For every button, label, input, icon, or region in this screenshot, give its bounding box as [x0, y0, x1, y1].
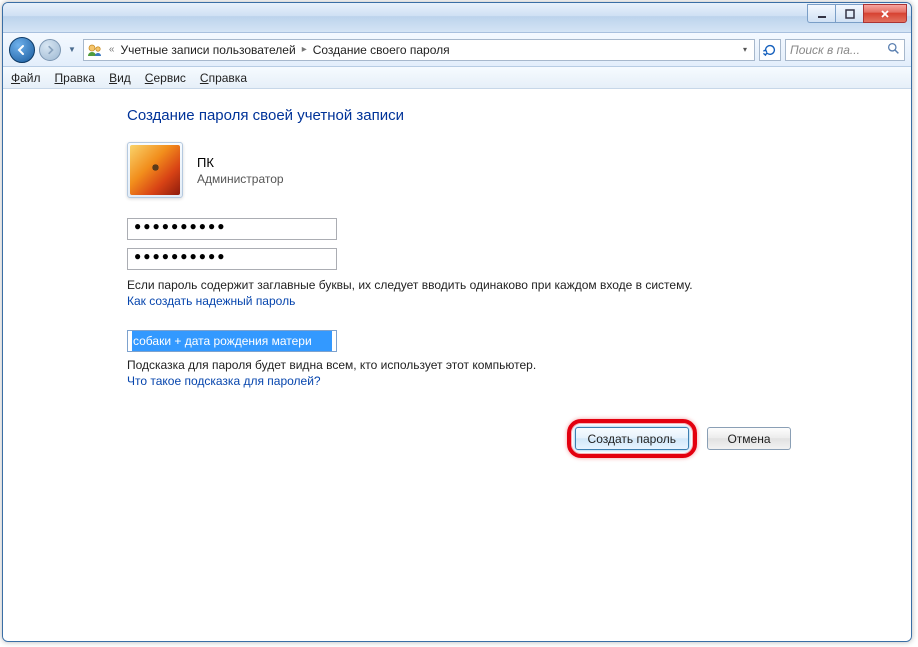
menu-view[interactable]: Вид — [109, 71, 131, 85]
search-input[interactable]: Поиск в па... — [785, 39, 905, 61]
close-button[interactable] — [863, 4, 907, 23]
search-placeholder: Поиск в па... — [790, 43, 860, 57]
chevron-left-icon: « — [107, 44, 117, 55]
minimize-button[interactable] — [807, 4, 835, 23]
window-frame: ▼ « Учетные записи пользователей ▸ Созда… — [2, 2, 912, 642]
hint-text-selected: собаки + дата рождения матери — [132, 331, 332, 351]
titlebar — [3, 3, 911, 33]
menu-file[interactable]: Файл — [11, 71, 41, 85]
confirm-password-field[interactable]: ●●●●●●●●●● — [127, 248, 337, 270]
caps-note: Если пароль содержит заглавные буквы, их… — [127, 278, 767, 292]
maximize-button[interactable] — [835, 4, 863, 23]
content-area: Создание пароля своей учетной записи ПК … — [3, 89, 911, 641]
password-hint-field[interactable]: собаки + дата рождения матери — [127, 330, 337, 352]
user-role: Администратор — [197, 172, 284, 186]
nav-history-dropdown[interactable]: ▼ — [65, 45, 79, 54]
cancel-button[interactable]: Отмена — [707, 427, 791, 450]
menu-tools[interactable]: Сервис — [145, 71, 186, 85]
nav-bar: ▼ « Учетные записи пользователей ▸ Созда… — [3, 33, 911, 67]
highlight-annotation: Создать пароль — [567, 419, 697, 458]
avatar — [127, 142, 183, 198]
nav-forward-button[interactable] — [39, 39, 61, 61]
user-accounts-icon — [87, 42, 103, 58]
breadcrumb-dropdown[interactable]: ▾ — [739, 45, 751, 54]
hint-info-link[interactable]: Что такое подсказка для паролей? — [127, 374, 321, 388]
menu-edit[interactable]: Правка — [55, 71, 96, 85]
strong-password-link[interactable]: Как создать надежный пароль — [127, 294, 295, 308]
nav-back-button[interactable] — [9, 37, 35, 63]
hint-visibility-note: Подсказка для пароля будет видна всем, к… — [127, 358, 767, 372]
breadcrumb-bar[interactable]: « Учетные записи пользователей ▸ Создани… — [83, 39, 755, 61]
menu-help[interactable]: Справка — [200, 71, 247, 85]
user-name: ПК — [197, 155, 284, 170]
page-title: Создание пароля своей учетной записи — [127, 107, 911, 124]
menu-bar: Файл Правка Вид Сервис Справка — [3, 67, 911, 89]
avatar-image — [130, 145, 180, 195]
breadcrumb-item-accounts[interactable]: Учетные записи пользователей — [120, 43, 295, 57]
chevron-right-icon: ▸ — [300, 44, 309, 55]
new-password-field[interactable]: ●●●●●●●●●● — [127, 218, 337, 240]
search-icon — [887, 42, 900, 58]
refresh-button[interactable] — [759, 39, 781, 61]
breadcrumb-item-create-password[interactable]: Создание своего пароля — [313, 43, 450, 57]
create-password-button[interactable]: Создать пароль — [575, 427, 689, 450]
